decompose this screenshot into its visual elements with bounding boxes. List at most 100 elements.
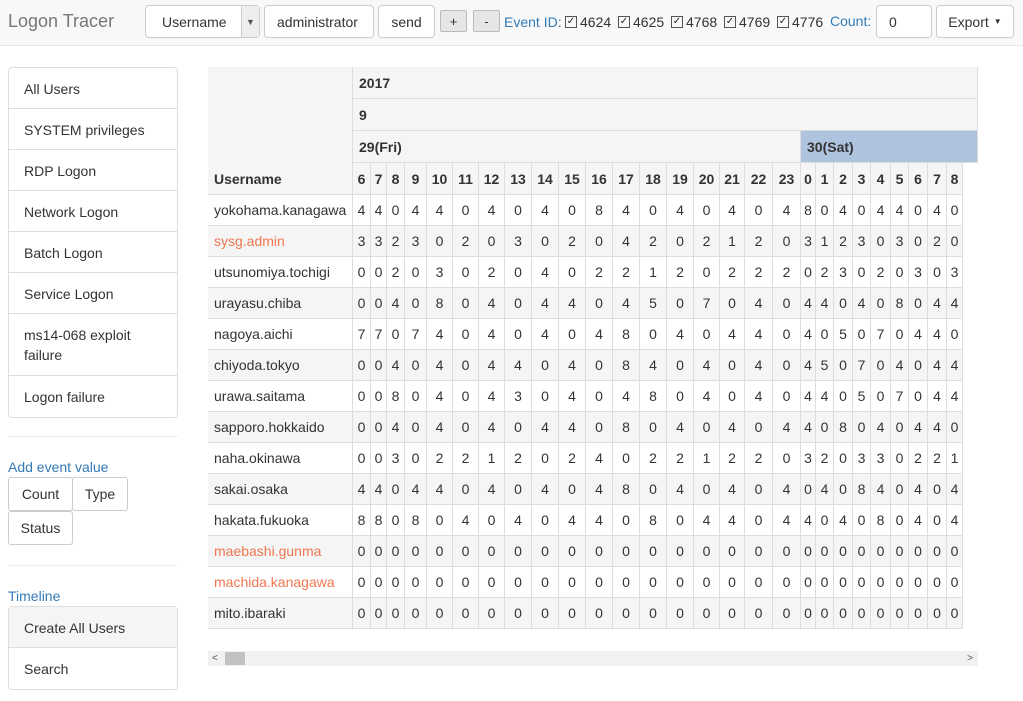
count-cell: 5 <box>640 288 667 319</box>
event-id-4776-checkbox[interactable]: ✓ 4776 <box>777 14 823 30</box>
sidebar-item-all-users[interactable]: All Users <box>9 68 177 109</box>
search-input[interactable]: administrator <box>264 5 374 38</box>
username-cell[interactable]: sakai.osaka <box>208 474 353 505</box>
username-cell[interactable]: urawa.saitama <box>208 381 353 412</box>
export-button[interactable]: Export ▼ <box>936 5 1014 38</box>
count-cell: 0 <box>834 536 853 567</box>
sidebar-item-logon-failure[interactable]: Logon failure <box>9 376 177 417</box>
count-cell: 0 <box>353 567 371 598</box>
count-cell: 2 <box>745 443 773 474</box>
username-cell[interactable]: machida.kanagawa <box>208 567 353 598</box>
zoom-in-button[interactable]: + <box>440 10 467 32</box>
count-cell: 4 <box>559 505 586 536</box>
username-cell[interactable]: mito.ibaraki <box>208 598 353 629</box>
username-cell[interactable]: nagoya.aichi <box>208 319 353 350</box>
username-cell[interactable]: chiyoda.tokyo <box>208 350 353 381</box>
event-id-value: 4768 <box>686 14 718 30</box>
event-id-4768-checkbox[interactable]: ✓ 4768 <box>671 14 717 30</box>
count-cell: 5 <box>834 319 853 350</box>
count-cell: 0 <box>720 350 745 381</box>
count-cell: 0 <box>928 505 947 536</box>
count-cell: 0 <box>694 474 720 505</box>
count-cell: 4 <box>947 505 963 536</box>
count-cell: 0 <box>586 598 613 629</box>
event-id-4769-checkbox[interactable]: ✓ 4769 <box>724 14 770 30</box>
status-button[interactable]: Status <box>8 511 73 545</box>
event-id-4624-checkbox[interactable]: ✓ 4624 <box>565 14 611 30</box>
count-cell: 0 <box>853 567 871 598</box>
username-cell[interactable]: hakata.fukuoka <box>208 505 353 536</box>
count-cell: 4 <box>387 412 405 443</box>
checkbox-checked-icon[interactable]: ✓ <box>618 16 630 28</box>
count-cell: 0 <box>505 257 532 288</box>
count-button[interactable]: Count <box>8 477 73 511</box>
count-cell: 0 <box>853 195 871 226</box>
send-button[interactable]: send <box>378 5 435 38</box>
username-column-header: Username <box>208 67 353 195</box>
count-cell: 3 <box>891 226 909 257</box>
zoom-out-button[interactable]: - <box>473 10 500 32</box>
sidebar-item-service-logon[interactable]: Service Logon <box>9 273 177 314</box>
username-cell[interactable]: yokohama.kanagawa <box>208 195 353 226</box>
chevron-down-icon[interactable]: ▼ <box>241 6 259 37</box>
hour-header: 3 <box>853 163 871 195</box>
checkbox-checked-icon[interactable]: ✓ <box>777 16 789 28</box>
horizontal-scrollbar[interactable]: < > <box>208 651 978 666</box>
checkbox-checked-icon[interactable]: ✓ <box>671 16 683 28</box>
sidebar-item-batch-logon[interactable]: Batch Logon <box>9 232 177 273</box>
count-cell: 0 <box>801 474 816 505</box>
event-id-label: Event ID: <box>504 14 562 30</box>
day-header[interactable]: 30(Sat) <box>801 131 978 163</box>
sidebar-item-ms14-068[interactable]: ms14-068 exploit failure <box>9 314 177 376</box>
count-cell: 4 <box>928 319 947 350</box>
count-cell: 0 <box>667 350 694 381</box>
count-cell: 0 <box>947 598 963 629</box>
count-cell: 4 <box>891 350 909 381</box>
count-cell: 4 <box>353 195 371 226</box>
type-button[interactable]: Type <box>72 477 128 511</box>
count-cell: 0 <box>909 195 928 226</box>
count-cell: 3 <box>405 226 427 257</box>
scroll-thumb[interactable] <box>225 652 245 665</box>
username-cell[interactable]: maebashi.gunma <box>208 536 353 567</box>
sidebar-item-network-logon[interactable]: Network Logon <box>9 191 177 232</box>
count-cell: 4 <box>745 350 773 381</box>
count-input[interactable]: 0 <box>876 5 932 38</box>
username-cell[interactable]: sysg.admin <box>208 226 353 257</box>
username-cell[interactable]: sapporo.hokkaido <box>208 412 353 443</box>
sidebar-item-system-privileges[interactable]: SYSTEM privileges <box>9 109 177 150</box>
count-cell: 4 <box>479 381 505 412</box>
checkbox-checked-icon[interactable]: ✓ <box>565 16 577 28</box>
count-cell: 0 <box>405 567 427 598</box>
hour-header: 0 <box>801 163 816 195</box>
username-cell[interactable]: urayasu.chiba <box>208 288 353 319</box>
app-title[interactable]: Logon Tracer <box>8 11 114 32</box>
sidebar-item-rdp-logon[interactable]: RDP Logon <box>9 150 177 191</box>
count-cell: 0 <box>773 381 801 412</box>
create-all-users-button[interactable]: Create All Users <box>9 607 177 648</box>
username-cell[interactable]: naha.okinawa <box>208 443 353 474</box>
count-cell: 2 <box>505 443 532 474</box>
count-cell: 4 <box>479 319 505 350</box>
search-button[interactable]: Search <box>9 648 177 689</box>
count-cell: 8 <box>871 505 891 536</box>
count-cell: 0 <box>745 536 773 567</box>
year-header: 2017 <box>353 67 978 99</box>
count-cell: 4 <box>453 505 479 536</box>
count-cell: 0 <box>816 319 834 350</box>
count-cell: 0 <box>505 288 532 319</box>
scroll-right-icon[interactable]: > <box>967 651 973 666</box>
day-header[interactable]: 29(Fri) <box>353 131 801 163</box>
checkbox-checked-icon[interactable]: ✓ <box>724 16 736 28</box>
hour-header: 17 <box>613 163 640 195</box>
count-cell: 0 <box>640 195 667 226</box>
divider <box>8 436 178 437</box>
count-cell: 0 <box>773 288 801 319</box>
search-type-select[interactable]: Username ▼ <box>145 5 260 38</box>
count-cell: 4 <box>801 319 816 350</box>
event-id-4625-checkbox[interactable]: ✓ 4625 <box>618 14 664 30</box>
username-cell[interactable]: utsunomiya.tochigi <box>208 257 353 288</box>
count-cell: 0 <box>453 350 479 381</box>
count-cell: 3 <box>505 226 532 257</box>
scroll-left-icon[interactable]: < <box>212 651 218 666</box>
